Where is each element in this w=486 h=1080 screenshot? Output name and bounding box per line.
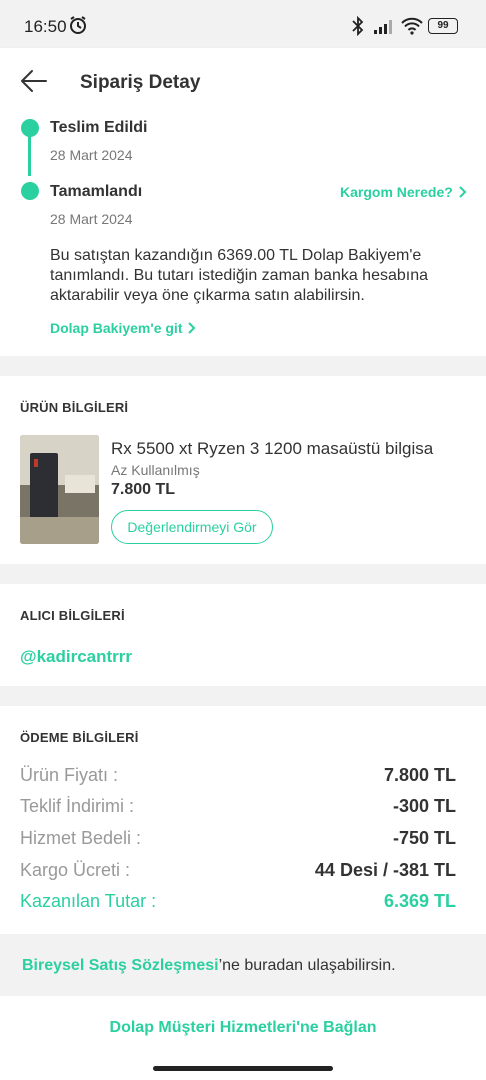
- product-thumbnail[interactable]: [20, 435, 99, 544]
- buyer-section-title: ALICI BİLGİLERİ: [20, 608, 125, 623]
- timeline-dot-delivered: [21, 119, 39, 137]
- contract-line-rest: ’ne buradan ulaşabilirsin.: [218, 957, 396, 974]
- cargo-link-label: Kargom Nerede?: [340, 184, 453, 200]
- completed-date: 28 Mart 2024: [50, 211, 133, 227]
- sales-contract-link[interactable]: Bireysel Satış Sözleşmesi: [22, 957, 219, 974]
- contract-line: Bireysel Satış Sözleşmesi’ne buradan ula…: [22, 957, 396, 975]
- delivered-date: 28 Mart 2024: [50, 147, 133, 163]
- chevron-right-icon: [188, 322, 196, 334]
- balance-message: Bu satıştan kazandığın 6369.00 TL Dolap …: [50, 247, 429, 304]
- buyer-username-link[interactable]: @kadircantrrr: [20, 647, 132, 667]
- product-name: Rx 5500 xt Ryzen 3 1200 masaüstü bilgisa: [111, 439, 434, 458]
- back-arrow-icon[interactable]: [20, 68, 48, 99]
- payment-label-shipping: Kargo Ücreti :: [20, 860, 131, 880]
- go-to-balance-link[interactable]: Dolap Bakiyem'e git: [50, 320, 196, 336]
- payment-value-shipping: 44 Desi / -381 TL: [314, 860, 456, 880]
- view-review-button[interactable]: Değerlendirmeyi Gör: [111, 510, 273, 544]
- product-condition: Az Kullanılmış: [111, 462, 200, 478]
- payment-label-price: Ürün Fiyatı :: [20, 765, 119, 785]
- customer-service-link[interactable]: Dolap Müşteri Hizmetleri'ne Bağlan: [0, 1019, 486, 1037]
- signal-icon: [374, 18, 396, 39]
- page-title: Sipariş Detay: [80, 72, 201, 93]
- balance-link-label: Dolap Bakiyem'e git: [50, 320, 183, 336]
- home-indicator[interactable]: [153, 1066, 333, 1071]
- chevron-right-icon: [459, 186, 467, 198]
- product-price: 7.800 TL: [111, 481, 176, 498]
- wifi-icon: [401, 17, 423, 40]
- completed-label: Tamamlandı: [50, 183, 143, 200]
- payment-label-earned: Kazanılan Tutar :: [20, 891, 157, 911]
- buyer-info-card: [0, 584, 486, 686]
- where-is-my-cargo-link[interactable]: Kargom Nerede?: [340, 184, 467, 200]
- payment-section-title: ÖDEME BİLGİLERİ: [20, 730, 139, 745]
- timeline-dot-completed: [21, 182, 39, 200]
- payment-label-offer-discount: Teklif İndirimi :: [20, 796, 135, 816]
- payment-label-service-fee: Hizmet Bedeli :: [20, 828, 142, 848]
- payment-value-service-fee: -750 TL: [392, 828, 456, 848]
- delivered-label: Teslim Edildi: [50, 119, 148, 136]
- battery-icon: 99: [428, 18, 458, 34]
- alarm-icon: [68, 15, 88, 40]
- top-app-bar: [0, 48, 486, 118]
- product-section-title: ÜRÜN BİLGİLERİ: [20, 400, 129, 415]
- payment-value-offer-discount: -300 TL: [392, 796, 456, 816]
- status-bar: 16:50 99: [0, 0, 486, 48]
- payment-value-price: 7.800 TL: [383, 765, 456, 785]
- bluetooth-icon: [350, 15, 366, 41]
- payment-value-earned: 6.369 TL: [383, 891, 456, 911]
- status-time: 16:50: [24, 17, 67, 36]
